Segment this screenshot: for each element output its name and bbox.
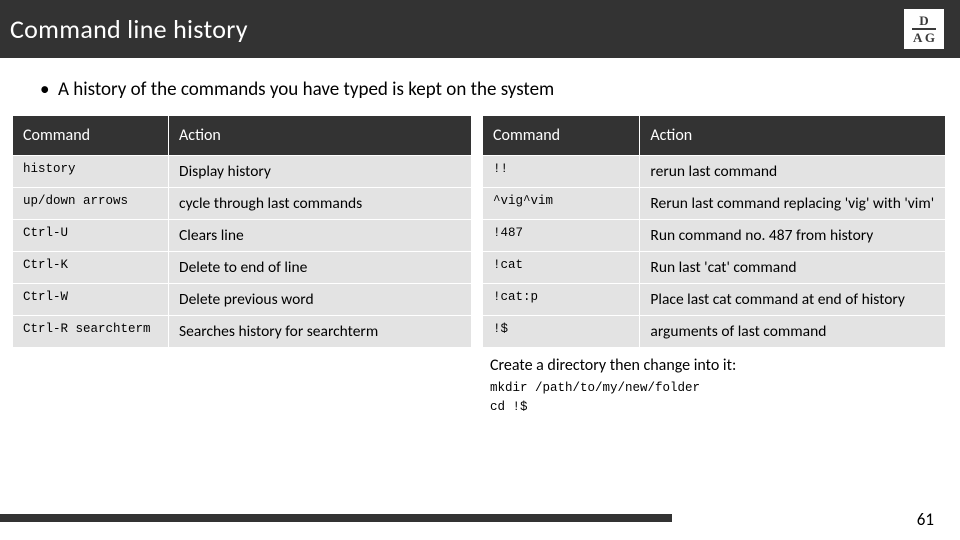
table-row: !cat:pPlace last cat command at end of h… bbox=[483, 284, 946, 316]
cell-action: Delete previous word bbox=[169, 284, 472, 316]
cell-action: cycle through last commands bbox=[169, 188, 472, 220]
table-row: historyDisplay history bbox=[13, 156, 472, 188]
th-command: Command bbox=[13, 116, 169, 156]
table-row: !487Run command no. 487 from history bbox=[483, 220, 946, 252]
cell-action: Run last 'cat' command bbox=[640, 252, 946, 284]
cell-command: history bbox=[13, 156, 169, 188]
code-line: mkdir /path/to/my/new/folder bbox=[490, 379, 960, 398]
title-bar: Command line history D A G bbox=[0, 0, 960, 58]
tables-row: Command Action historyDisplay historyup/… bbox=[0, 115, 960, 348]
cell-action: Rerun last command replacing 'vig' with … bbox=[640, 188, 946, 220]
cell-action: Clears line bbox=[169, 220, 472, 252]
example-code: mkdir /path/to/my/new/folder cd !$ bbox=[0, 379, 960, 417]
table-row: Ctrl-R searchtermSearches history for se… bbox=[13, 316, 472, 348]
cell-action: Run command no. 487 from history bbox=[640, 220, 946, 252]
right-tbody: !!rerun last command^vig^vimRerun last c… bbox=[483, 156, 946, 348]
code-line: cd !$ bbox=[490, 398, 960, 417]
th-action: Action bbox=[640, 116, 946, 156]
cell-command: Ctrl-R searchterm bbox=[13, 316, 169, 348]
table-row: !!rerun last command bbox=[483, 156, 946, 188]
left-table: Command Action historyDisplay historyup/… bbox=[12, 115, 472, 348]
right-table: Command Action !!rerun last command^vig^… bbox=[482, 115, 946, 348]
table-row: Ctrl-KDelete to end of line bbox=[13, 252, 472, 284]
table-row: Ctrl-WDelete previous word bbox=[13, 284, 472, 316]
cell-command: Ctrl-U bbox=[13, 220, 169, 252]
cell-action: rerun last command bbox=[640, 156, 946, 188]
logo-icon: D A G bbox=[904, 9, 944, 49]
table-row: !$arguments of last command bbox=[483, 316, 946, 348]
cell-command: up/down arrows bbox=[13, 188, 169, 220]
table-row: up/down arrowscycle through last command… bbox=[13, 188, 472, 220]
table-row: !catRun last 'cat' command bbox=[483, 252, 946, 284]
cell-command: !$ bbox=[483, 316, 640, 348]
page-number: 61 bbox=[917, 509, 934, 530]
left-tbody: historyDisplay historyup/down arrowscycl… bbox=[13, 156, 472, 348]
cell-command: !cat:p bbox=[483, 284, 640, 316]
cell-command: ^vig^vim bbox=[483, 188, 640, 220]
cell-action: Display history bbox=[169, 156, 472, 188]
cell-action: Searches history for searchterm bbox=[169, 316, 472, 348]
cell-command: Ctrl-W bbox=[13, 284, 169, 316]
cell-command: !! bbox=[483, 156, 640, 188]
cell-command: !487 bbox=[483, 220, 640, 252]
logo-bottom: A G bbox=[913, 31, 935, 44]
cell-command: !cat bbox=[483, 252, 640, 284]
th-command: Command bbox=[483, 116, 640, 156]
logo-top: D bbox=[919, 14, 928, 27]
table-row: ^vig^vimRerun last command replacing 'vi… bbox=[483, 188, 946, 220]
bullet-text: A history of the commands you have typed… bbox=[0, 58, 960, 115]
example-title: Create a directory then change into it: bbox=[0, 348, 960, 379]
slide-title: Command line history bbox=[10, 13, 248, 45]
cell-action: arguments of last command bbox=[640, 316, 946, 348]
footer-bar bbox=[0, 514, 672, 522]
cell-action: Delete to end of line bbox=[169, 252, 472, 284]
table-row: Ctrl-UClears line bbox=[13, 220, 472, 252]
cell-command: Ctrl-K bbox=[13, 252, 169, 284]
th-action: Action bbox=[169, 116, 472, 156]
cell-action: Place last cat command at end of history bbox=[640, 284, 946, 316]
